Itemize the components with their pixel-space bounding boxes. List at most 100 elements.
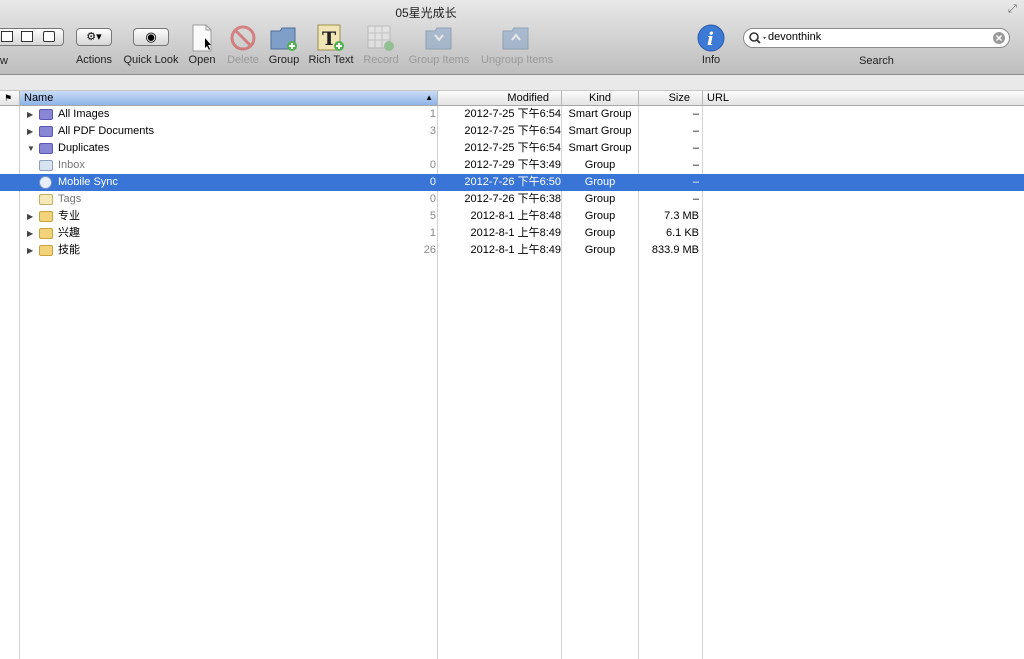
row-count: 1 [429,227,436,239]
row-kind: Smart Group [568,142,632,154]
outline-row[interactable]: ▶ 专业 5 2012-8-1 上午8:48 Group 7.3 MB [0,208,1024,225]
clear-search-icon[interactable] [992,31,1006,45]
ungroup-items-label: Ungroup Items [481,54,554,66]
disclosure-collapsed-icon[interactable]: ▶ [27,208,35,225]
gear-icon: ⚙▾ [76,28,112,46]
toolbar: 05星光成长 ⤢ w ⚙▾ Actions ◉ Quick Look Open … [0,0,1024,75]
name-column-label: Name [24,92,54,104]
ungroup-items-icon [502,27,529,50]
row-size: – [692,125,699,137]
info-icon: i [697,24,725,52]
search-field[interactable]: devonthink [743,28,1010,48]
outline-row[interactable]: ▼ Duplicates 2012-7-25 下午6:54 Smart Group – [0,140,1024,157]
disclosure-expanded-icon[interactable]: ▼ [27,140,35,157]
row-modified: 2012-7-25 下午6:54 [464,125,561,137]
row-size: – [692,108,699,120]
row-size: – [692,142,699,154]
view-columns-icon[interactable] [21,31,33,42]
url-column-label: URL [707,92,730,104]
row-modified: 2012-7-25 下午6:54 [464,142,561,154]
row-count: 3 [429,125,436,137]
disclosure-collapsed-icon[interactable]: ▶ [27,225,35,242]
row-name: All Images [58,108,110,120]
row-kind: Group [584,159,616,171]
column-header: ⚑ Name ▲ Modified Kind Size URL [0,91,1024,106]
outline-row[interactable]: ▶ 兴趣 1 2012-8-1 上午8:49 Group 6.1 KB [0,225,1024,242]
row-kind: Group [584,227,616,239]
row-modified: 2012-8-1 上午8:48 [470,210,562,222]
rich-text-button[interactable]: T Rich Text [308,24,354,66]
quick-look-button[interactable]: ◉ Quick Look [123,24,179,66]
smart-group-icon [39,126,53,137]
search-label: Search [859,55,894,67]
view-switcher[interactable] [0,28,64,46]
folder-icon [39,245,53,256]
row-name: Inbox [58,159,85,171]
rich-text-icon: T [317,24,344,51]
row-size: 833.9 MB [651,244,699,256]
group-items-icon [425,27,452,50]
row-kind: Group [584,193,616,205]
url-column-header[interactable]: URL [703,91,1024,105]
row-modified: 2012-7-25 下午6:54 [464,108,561,120]
actions-button[interactable]: ⚙▾ Actions [76,24,112,66]
view-split-icon[interactable] [43,31,55,42]
outline-row[interactable]: Tags 0 2012-7-26 下午6:38 Group – [0,191,1024,208]
inbox-icon [39,160,53,171]
disclosure-collapsed-icon[interactable]: ▶ [27,106,35,123]
row-name: Mobile Sync [58,176,118,188]
group-button[interactable]: Group [269,24,299,66]
new-group-icon [270,27,297,51]
size-column-label: Size [668,92,690,104]
row-name: 技能 [58,244,80,256]
group-items-button[interactable]: Group Items [409,24,469,66]
row-kind: Group [584,176,616,188]
smart-group-icon [39,109,53,120]
outline-row[interactable]: ▶ All PDF Documents 3 2012-7-25 下午6:54 Smart… [0,123,1024,140]
row-kind: Smart Group [568,125,632,137]
outline-row[interactable]: ▶ All Images 1 2012-7-25 下午6:54 Smart Group – [0,106,1024,123]
disclosure-collapsed-icon[interactable]: ▶ [27,123,35,140]
tags-icon [39,194,53,205]
kind-column-header[interactable]: Kind [562,91,639,105]
row-name: All PDF Documents [58,125,154,137]
search-icon [749,32,766,44]
row-size: – [692,159,699,171]
row-size: 6.1 KB [665,227,699,239]
row-count: 1 [429,108,436,120]
row-name: 兴趣 [58,227,80,239]
modified-column-header[interactable]: Modified [438,91,562,105]
window-title: 05星光成长 [395,6,457,20]
row-kind: Group [584,210,616,222]
outline-row[interactable]: ▶ 技能 26 2012-8-1 上午8:49 Group 833.9 MB [0,242,1024,259]
ungroup-items-button[interactable]: Ungroup Items [481,24,553,66]
folder-icon [39,211,53,222]
disclosure-collapsed-icon[interactable]: ▶ [27,242,35,259]
name-column-header[interactable]: Name ▲ [20,91,438,105]
view-label: w [0,55,8,67]
search-input[interactable]: devonthink [768,31,821,43]
document-icon [192,24,212,52]
record-icon [367,25,394,51]
modified-column-label: Modified [507,92,549,104]
size-column-header[interactable]: Size [639,91,703,105]
row-size: 7.3 MB [664,210,699,222]
row-kind: Smart Group [568,108,632,120]
row-count: 0 [429,193,436,205]
row-modified: 2012-8-1 上午8:49 [470,227,562,239]
outline-row[interactable]: Inbox 0 2012-7-29 下午3:49 Group – [0,157,1024,174]
row-count: 0 [429,159,436,171]
record-button[interactable]: Record [363,24,399,66]
info-button[interactable]: i Info [697,24,725,66]
row-count: 5 [429,210,436,222]
outline-row[interactable]: Mobile Sync 0 2012-7-26 下午6:50 Group – [0,174,1024,191]
row-name: 专业 [58,210,80,222]
fullscreen-icon[interactable]: ⤢ [1008,3,1020,15]
row-count: 0 [429,176,436,188]
flag-column-header[interactable]: ⚑ [0,91,20,105]
row-name: Tags [58,193,82,205]
flag-icon: ⚑ [4,93,13,103]
view-list-icon[interactable] [1,31,13,42]
row-kind: Group [584,244,616,256]
delete-icon [230,25,256,51]
